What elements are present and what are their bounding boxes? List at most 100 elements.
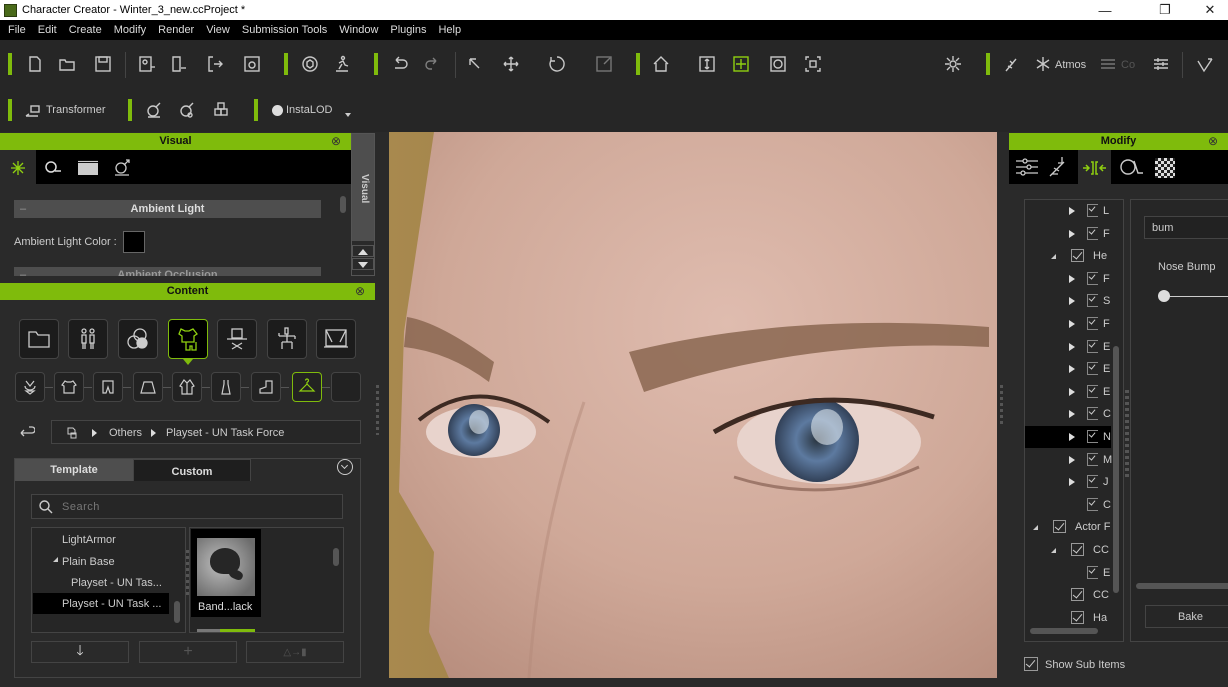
tree-scrollbar[interactable] xyxy=(174,601,180,623)
tree-checkbox[interactable] xyxy=(1087,384,1098,398)
subcategory-others[interactable] xyxy=(292,372,322,402)
expand-arrow-icon[interactable] xyxy=(1069,207,1075,215)
orbit-camera-icon[interactable] xyxy=(767,53,789,75)
expand-arrow-icon[interactable] xyxy=(1069,455,1075,464)
modify-tree-row[interactable]: Ha xyxy=(1025,607,1111,629)
breadcrumb-item-others[interactable]: Others xyxy=(109,427,142,439)
modify-tree-row[interactable]: E xyxy=(1025,336,1111,358)
modify-tree-row[interactable]: F xyxy=(1025,268,1111,290)
stage-tab-icon[interactable] xyxy=(78,160,98,175)
rotate-icon[interactable] xyxy=(546,53,568,75)
expand-arrow-icon[interactable] xyxy=(1069,478,1075,487)
content-item-thumbnail-partial[interactable] xyxy=(197,629,255,632)
3d-viewport[interactable] xyxy=(389,132,997,678)
expand-arrow-icon[interactable] xyxy=(1069,410,1075,419)
show-sub-items-checkbox[interactable] xyxy=(1024,657,1038,671)
subcategory-shoes[interactable] xyxy=(251,372,281,402)
splitter-handle[interactable] xyxy=(1125,390,1129,480)
sliders-icon[interactable] xyxy=(1097,53,1119,75)
home-camera-icon[interactable] xyxy=(650,53,672,75)
motion-icon[interactable] xyxy=(331,53,353,75)
import-ic-icon[interactable] xyxy=(168,53,190,75)
modify-tree-row[interactable]: C xyxy=(1025,403,1111,425)
light-tab-icon[interactable] xyxy=(43,159,63,175)
modify-tree-row[interactable]: E xyxy=(1025,562,1111,584)
menu-render[interactable]: Render xyxy=(152,24,200,36)
nose-bump-slider-track[interactable] xyxy=(1161,296,1228,297)
tree-checkbox[interactable] xyxy=(1087,294,1098,308)
expand-arrow-icon[interactable] xyxy=(1069,320,1075,328)
expanded-triangle-icon[interactable] xyxy=(53,557,58,562)
save-icon[interactable] xyxy=(92,53,114,75)
modify-tree-row[interactable]: N xyxy=(1025,426,1111,448)
move-icon[interactable] xyxy=(500,53,522,75)
tab-parameters-icon[interactable] xyxy=(1015,158,1039,176)
import-character-icon[interactable] xyxy=(136,53,158,75)
modify-tree-row[interactable]: CC xyxy=(1025,584,1111,606)
menu-edit[interactable]: Edit xyxy=(32,24,63,36)
panel-splitter[interactable] xyxy=(376,385,379,435)
morph-icon[interactable] xyxy=(143,99,165,121)
collapse-arrow-icon[interactable] xyxy=(1051,254,1056,260)
visual-scrollbar[interactable] xyxy=(340,196,346,213)
ambient-occlusion-section[interactable]: – Ambient Occlusion xyxy=(14,267,321,276)
panel-splitter[interactable] xyxy=(1000,385,1003,425)
tree-checkbox[interactable] xyxy=(1087,271,1098,285)
cubes-icon[interactable] xyxy=(210,99,232,121)
modify-tree-row[interactable]: CC xyxy=(1025,539,1111,561)
subcategory-skirt[interactable] xyxy=(133,372,163,402)
close-button[interactable]: ✕ xyxy=(1193,0,1227,20)
fit-vertical-icon[interactable] xyxy=(696,53,718,75)
tree-checkbox[interactable] xyxy=(1087,362,1098,376)
co-label[interactable]: Co xyxy=(1121,59,1135,71)
menu-plugins[interactable]: Plugins xyxy=(384,24,432,36)
tree-checkbox[interactable] xyxy=(1087,226,1098,240)
morph-search-input[interactable]: bum xyxy=(1144,216,1228,239)
modify-tree-row[interactable]: M xyxy=(1025,449,1112,471)
frame-object-icon[interactable] xyxy=(802,53,824,75)
category-accessories[interactable] xyxy=(217,319,257,359)
tab-material-icon[interactable] xyxy=(1120,158,1144,176)
ambient-light-color-swatch[interactable] xyxy=(123,231,145,253)
menu-file[interactable]: File xyxy=(2,24,32,36)
search-input[interactable]: Search xyxy=(31,494,343,519)
open-folder-icon[interactable] xyxy=(56,53,78,75)
tree-checkbox[interactable] xyxy=(1087,430,1098,443)
tab-template[interactable]: Template xyxy=(15,459,133,481)
select-arrow-icon[interactable] xyxy=(464,53,486,75)
expand-arrow-icon[interactable] xyxy=(1069,274,1075,283)
tree-item[interactable]: Playset - UN Tas... xyxy=(71,577,162,589)
atmos-icon[interactable] xyxy=(1032,53,1054,75)
morph-view-icon[interactable] xyxy=(176,99,198,121)
tab-texture-icon[interactable] xyxy=(1155,158,1175,178)
modify-tree-row[interactable]: F xyxy=(1025,223,1111,245)
add-button[interactable]: + xyxy=(139,641,237,663)
tree-item[interactable]: Playset - UN Task ... xyxy=(62,598,161,610)
close-icon[interactable]: ⊗ xyxy=(355,283,365,300)
tab-atmosphere[interactable] xyxy=(0,150,36,185)
modify-tree-hscrollbar[interactable] xyxy=(1030,628,1098,634)
smart-gallery-icon[interactable] xyxy=(299,53,321,75)
morph-panel-hscrollbar[interactable] xyxy=(1136,583,1228,589)
subcategory-tops[interactable] xyxy=(54,372,84,402)
modify-tree-row[interactable]: F xyxy=(1025,313,1111,335)
tab-pose-icon[interactable] xyxy=(1048,156,1068,178)
nose-bump-slider-thumb[interactable] xyxy=(1158,290,1170,302)
items-scrollbar[interactable] xyxy=(333,548,339,566)
modify-tree-row[interactable]: Actor F xyxy=(1025,516,1111,538)
new-file-icon[interactable] xyxy=(24,53,46,75)
tree-checkbox[interactable] xyxy=(1053,520,1066,534)
tree-checkbox[interactable] xyxy=(1087,475,1098,489)
category-pose[interactable] xyxy=(267,319,307,359)
preview-icon[interactable] xyxy=(241,53,263,75)
tree-checkbox[interactable] xyxy=(1071,588,1084,602)
transformer-icon[interactable] xyxy=(22,99,44,121)
show-sub-items-label[interactable]: Show Sub Items xyxy=(1045,659,1125,671)
tree-checkbox[interactable] xyxy=(1087,339,1098,353)
tab-morph[interactable] xyxy=(1078,150,1111,186)
menu-view[interactable]: View xyxy=(200,24,236,36)
subcategory-pants[interactable] xyxy=(93,372,123,402)
tree-checkbox[interactable] xyxy=(1087,452,1098,466)
modify-tree-row[interactable]: S xyxy=(1025,290,1111,312)
pose-tool-icon[interactable] xyxy=(1194,53,1216,75)
